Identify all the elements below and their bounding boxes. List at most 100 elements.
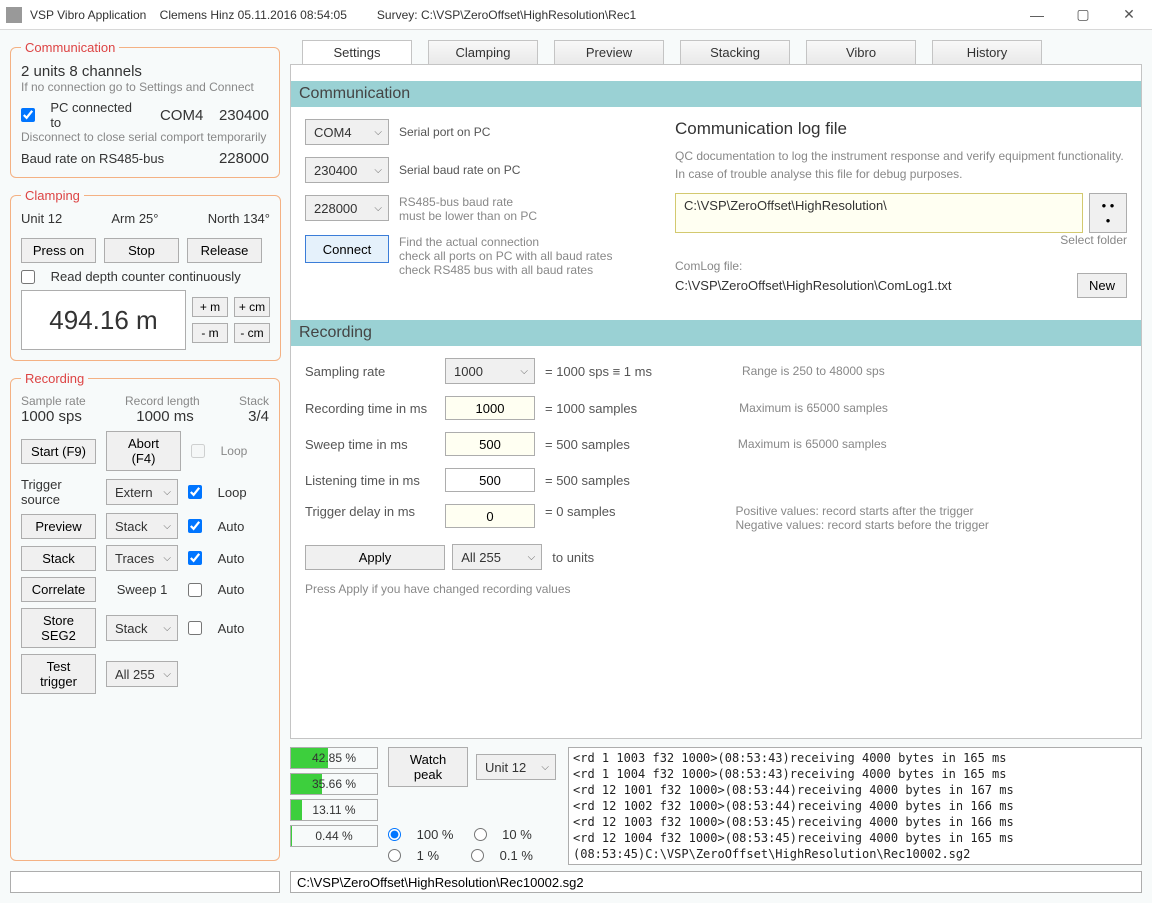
rec-max: Maximum is 65000 samples [739,401,888,415]
radio-01[interactable]: 0.1 % [471,848,533,863]
recording-header: Recording [291,320,1141,346]
peak-bar: 42.85 % [290,747,378,769]
comm-hint1: If no connection go to Settings and Conn… [21,80,269,94]
sweep-max: Maximum is 65000 samples [738,437,887,451]
sampling-select[interactable]: 1000 [445,358,535,384]
read-depth-check[interactable]: Read depth counter continuously [21,269,270,284]
user-stamp: Clemens Hinz 05.11.2016 08:54:05 [160,8,347,22]
rec-time-label: Recording time in ms [305,401,445,416]
log-area[interactable]: <rd 1 1003 f32 1000>(08:53:43)receiving … [568,747,1142,865]
tab-settings[interactable]: Settings [302,40,412,64]
folder-path-field[interactable]: C:\VSP\ZeroOffset\HighResolution\ [675,193,1083,233]
rec-legend: Recording [21,371,88,386]
minimize-button[interactable]: — [1014,0,1060,30]
trigger-source-select[interactable]: Extern [106,479,178,505]
logfile-desc: QC documentation to log the instrument r… [675,147,1127,183]
watch-peak-button[interactable]: Watch peak [388,747,468,787]
radio-100[interactable]: 100 % [388,827,454,842]
rs485-lbl1: RS485-bus baud rate [399,195,537,209]
auto1-check[interactable]: Auto [188,519,244,534]
peak-bars: 42.85 %35.66 %13.11 %0.44 % [290,747,378,865]
watch-unit-select[interactable]: Unit 12 [476,754,556,780]
survey-label: Survey: [377,8,418,22]
title-text: VSP Vibro Application Clemens Hinz 05.11… [30,8,1014,22]
auto4-check[interactable]: Auto [188,621,244,636]
store-seg2-button[interactable]: Store SEG2 [21,608,96,648]
com-port-label: Serial port on PC [399,125,490,139]
tab-vibro[interactable]: Vibro [806,40,916,64]
plus-cm-button[interactable]: + cm [234,297,270,317]
units-select[interactable]: All 255 [106,661,178,687]
to-units-select[interactable]: All 255 [452,544,542,570]
communication-group: Communication 2 units 8 channels If no c… [10,40,280,178]
connect-button[interactable]: Connect [305,235,389,263]
rec-eq: = 1000 samples [545,401,637,416]
left-footer-input[interactable] [10,871,280,893]
tab-strip: Settings Clamping Preview Stacking Vibro… [290,40,1142,65]
minus-m-button[interactable]: - m [192,323,228,343]
peak-bar: 13.11 % [290,799,378,821]
pc-connected-checkbox[interactable] [21,108,35,122]
minus-cm-button[interactable]: - cm [234,323,270,343]
stack-button[interactable]: Stack [21,546,96,571]
radio-10[interactable]: 10 % [474,827,532,842]
clamp-unit: Unit 12 [21,211,62,226]
test-trigger-button[interactable]: Test trigger [21,654,96,694]
comm-units: 2 units 8 channels [21,63,269,80]
com-port-select[interactable]: COM4 [305,119,389,145]
loop2-check[interactable]: Loop [188,485,247,500]
footer-path-input[interactable] [290,871,1142,893]
clamping-group: Clamping Unit 12 Arm 25° North 134° Pres… [10,188,281,361]
stack-mode-select[interactable]: Traces [106,545,178,571]
browse-folder-button[interactable]: • • • [1089,193,1127,233]
comm-hint2: Disconnect to close serial comport tempo… [21,130,269,144]
preview-mode-select[interactable]: Stack [106,513,178,539]
store-mode-select[interactable]: Stack [106,615,178,641]
stop-button[interactable]: Stop [104,238,179,263]
abort-button[interactable]: Abort (F4) [106,431,181,471]
pc-port: COM4 [160,107,203,124]
clamp-arm: Arm 25° [111,211,158,226]
pc-baud-select[interactable]: 230400 [305,157,389,183]
rs485-baud-select[interactable]: 228000 [305,195,389,221]
radio-1[interactable]: 1 % [388,848,439,863]
trig-hint2: Negative values: record starts before th… [735,518,988,532]
trig-delay-label: Trigger delay in ms [305,504,445,519]
preview-button[interactable]: Preview [21,514,96,539]
start-button[interactable]: Start (F9) [21,439,96,464]
apply-hint: Press Apply if you have changed recordin… [305,582,1127,596]
communication-header: Communication [291,81,1141,107]
close-button[interactable]: ✕ [1106,0,1152,30]
pc-baud: 230400 [219,107,269,124]
to-units-label: to units [552,550,594,565]
plus-m-button[interactable]: + m [192,297,228,317]
apply-button[interactable]: Apply [305,545,445,570]
trig-eq: = 0 samples [545,504,615,519]
recording-group: Recording Sample rate Record length Stac… [10,371,280,861]
auto3-check[interactable]: Auto [188,582,244,597]
trig-delay-input[interactable] [445,504,535,528]
press-on-button[interactable]: Press on [21,238,96,263]
correlate-button[interactable]: Correlate [21,577,96,602]
new-log-button[interactable]: New [1077,273,1127,298]
loop1-check[interactable]: Loop [191,444,247,459]
sweep-time-input[interactable] [445,432,535,456]
maximize-button[interactable]: ▢ [1060,0,1106,30]
comlog-label: ComLog file: [675,259,1127,273]
tab-history[interactable]: History [932,40,1042,64]
pc-connected-check[interactable]: PC connected to [21,100,144,130]
listen-time-input[interactable] [445,468,535,492]
comm-legend: Communication [21,40,119,55]
tab-preview[interactable]: Preview [554,40,664,64]
connect-lbl2: check all ports on PC with all baud rate… [399,249,612,263]
auto2-check[interactable]: Auto [188,551,244,566]
tab-clamping[interactable]: Clamping [428,40,538,64]
tab-stacking[interactable]: Stacking [680,40,790,64]
release-button[interactable]: Release [187,238,262,263]
rec-time-input[interactable] [445,396,535,420]
clamp-north: North 134° [208,211,270,226]
read-depth-checkbox[interactable] [21,270,35,284]
sr-label: Sample rate [21,394,86,408]
len-label: Record length [125,394,200,408]
clamp-legend: Clamping [21,188,84,203]
